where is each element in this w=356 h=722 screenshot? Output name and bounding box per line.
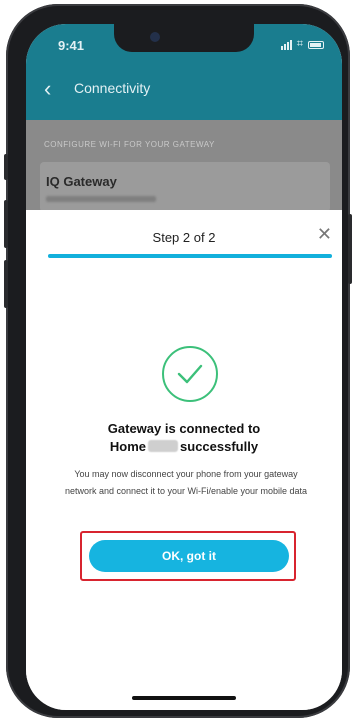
check-circle-icon [162,346,218,402]
network-name-redacted [148,440,179,452]
home-indicator [132,696,236,700]
step-title: Step 2 of 2 [152,230,216,245]
close-icon[interactable]: ✕ [317,224,332,245]
volume-down-button [4,260,8,308]
progress-fill [48,254,332,258]
notch [114,24,254,52]
success-title-line1: Gateway is connected to [107,421,261,436]
camera-icon [150,32,160,42]
success-message: You may now disconnect your phone from y… [64,469,308,496]
side-button [4,154,8,180]
success-title-suffix: successfully [180,439,259,454]
chevron-left-icon[interactable]: ‹ [44,76,51,102]
network-name-prefix: Home [109,439,147,454]
wifi-icon: ⌗ [296,38,303,50]
battery-icon [308,40,324,49]
gateway-serial-redacted [46,196,156,202]
success-title: Gateway is connected to Home successfully [26,420,342,456]
status-icons: ⌗ [280,38,324,51]
signal-icon [280,39,292,50]
gateway-name: IQ Gateway [46,174,117,189]
modal-sheet: Step 2 of 2 ✕ Gateway is connected to Ho… [26,210,342,710]
page-title: Connectivity [74,80,151,96]
phone-screen: 9:41 ⌗ ‹ Connectivity CONFIGURE WI-FI FO… [26,24,342,710]
volume-up-button [4,200,8,248]
power-button [348,214,352,284]
ok-got-it-button[interactable]: OK, got it [89,540,289,572]
section-label: CONFIGURE WI-FI FOR YOUR GATEWAY [44,140,215,149]
phone-frame: 9:41 ⌗ ‹ Connectivity CONFIGURE WI-FI FO… [4,4,352,718]
progress-bar [48,254,332,258]
status-time: 9:41 [58,38,85,53]
